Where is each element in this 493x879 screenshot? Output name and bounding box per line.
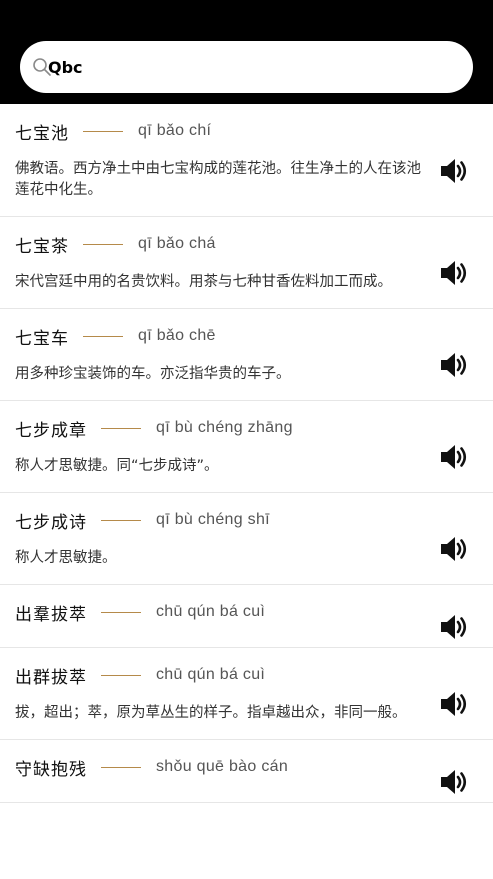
separator-dash (101, 611, 141, 613)
entry-word: 出羣拔萃 (15, 604, 87, 625)
separator-dash (101, 427, 141, 429)
entry-pinyin: qī bǎo chí (138, 122, 212, 139)
entry-title-row: 七宝茶 qī bǎo chá (15, 233, 429, 257)
entry-pinyin: qī bǎo chē (138, 327, 216, 344)
entry-pinyin: qī bù chéng shī (156, 511, 270, 528)
result-list: 七宝池 qī bǎo chí 佛教语。西方净土中由七宝构成的莲花池。往生净土的人… (0, 104, 493, 879)
list-item[interactable]: 七宝池 qī bǎo chí 佛教语。西方净土中由七宝构成的莲花池。往生净土的人… (0, 104, 493, 217)
entry-definition: 称人才思敏捷。同“七步成诗”。 (15, 458, 219, 474)
list-item[interactable]: 七宝茶 qī bǎo chá 宋代宫廷中用的名贵饮料。用茶与七种甘香佐料加工而成… (0, 217, 493, 309)
separator-dash (101, 519, 141, 521)
entry-title-row: 七宝池 qī bǎo chí (15, 120, 429, 144)
speaker-icon[interactable] (437, 532, 471, 566)
entry-word: 七步成诗 (15, 512, 87, 533)
entry-word: 守缺抱残 (15, 759, 87, 780)
separator-dash (101, 766, 141, 768)
list-item[interactable]: 七步成章 qī bù chéng zhāng 称人才思敏捷。同“七步成诗”。 (0, 401, 493, 493)
list-item[interactable]: 出群拔萃 chū qún bá cuì 拔，超出；萃，原为草丛生的样子。指卓越出… (0, 648, 493, 740)
list-item[interactable]: 出羣拔萃 chū qún bá cuì (0, 585, 493, 648)
search-bar[interactable] (20, 41, 473, 93)
entry-pinyin: shǒu quē bào cán (156, 758, 289, 775)
separator-dash (83, 243, 123, 245)
speaker-icon[interactable] (437, 154, 471, 188)
separator-dash (83, 130, 123, 132)
entry-pinyin: qī bǎo chá (138, 235, 216, 252)
search-header (0, 0, 493, 104)
entry-word: 七宝池 (15, 123, 69, 144)
separator-dash (83, 335, 123, 337)
entry-pinyin: chū qún bá cuì (156, 603, 266, 620)
entry-title-row: 守缺抱残 shǒu quē bào cán (15, 756, 429, 780)
entry-definition: 拔，超出；萃，原为草丛生的样子。指卓越出众，非同一般。 (15, 705, 407, 721)
entry-definition: 称人才思敏捷。 (15, 550, 117, 566)
speaker-icon[interactable] (437, 440, 471, 474)
entry-definition: 佛教语。西方净土中由七宝构成的莲花池。往生净土的人在该池莲花中化生。 (15, 161, 421, 198)
entry-definition: 用多种珍宝装饰的车。亦泛指华贵的车子。 (15, 366, 291, 382)
separator-dash (101, 674, 141, 676)
entry-definition: 宋代宫廷中用的名贵饮料。用茶与七种甘香佐料加工而成。 (15, 274, 392, 290)
entry-title-row: 七步成章 qī bù chéng zhāng (15, 417, 429, 441)
speaker-icon[interactable] (437, 765, 471, 799)
entry-word: 七宝车 (15, 328, 69, 349)
speaker-icon[interactable] (437, 256, 471, 290)
speaker-icon[interactable] (437, 348, 471, 382)
list-item[interactable]: 七步成诗 qī bù chéng shī 称人才思敏捷。 (0, 493, 493, 585)
entry-word: 七宝茶 (15, 236, 69, 257)
speaker-icon[interactable] (437, 610, 471, 644)
list-item[interactable]: 七宝车 qī bǎo chē 用多种珍宝装饰的车。亦泛指华贵的车子。 (0, 309, 493, 401)
entry-word: 出群拔萃 (15, 667, 87, 688)
list-item[interactable]: 守缺抱残 shǒu quē bào cán (0, 740, 493, 803)
entry-word: 七步成章 (15, 420, 87, 441)
entry-title-row: 出群拔萃 chū qún bá cuì (15, 664, 429, 688)
entry-title-row: 七步成诗 qī bù chéng shī (15, 509, 429, 533)
entry-pinyin: qī bù chéng zhāng (156, 419, 293, 436)
entry-pinyin: chū qún bá cuì (156, 666, 266, 683)
search-input[interactable] (48, 52, 428, 82)
entry-title-row: 出羣拔萃 chū qún bá cuì (15, 601, 429, 625)
entry-title-row: 七宝车 qī bǎo chē (15, 325, 429, 349)
speaker-icon[interactable] (437, 687, 471, 721)
